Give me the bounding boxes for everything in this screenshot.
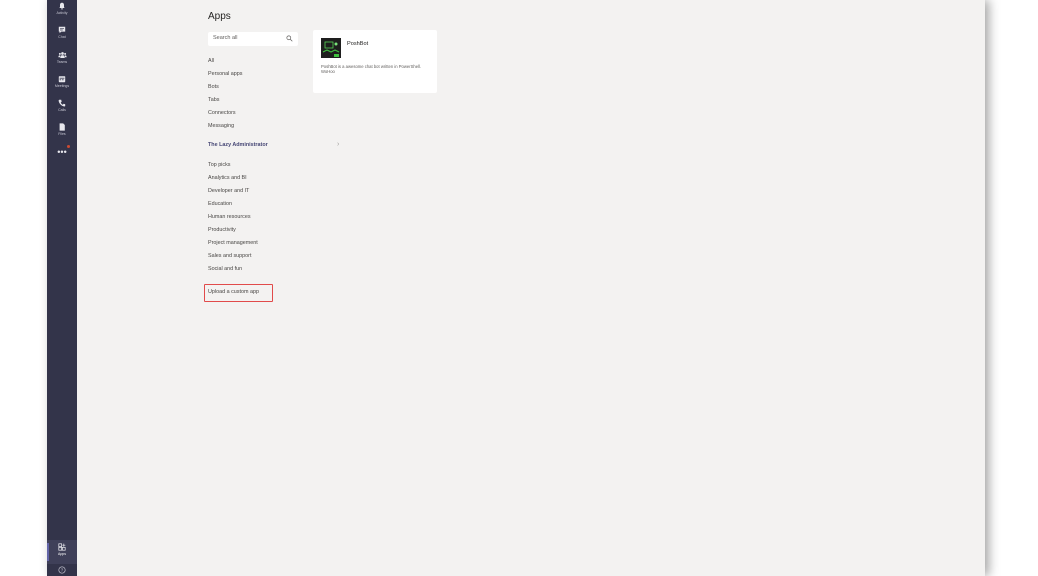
app-card-poshbot[interactable]: PoshBot PoshBot is a awesome chat bot wr… (313, 30, 437, 93)
nav-messaging[interactable]: Messaging (208, 123, 234, 129)
rail-meetings[interactable]: Meetings (47, 75, 77, 99)
bell-icon (59, 2, 65, 10)
teams-window: Activity Chat Teams Meetings Calls Files… (47, 0, 985, 576)
rail-label-chat: Chat (58, 35, 66, 39)
rail-calls[interactable]: Calls (47, 99, 77, 123)
search-placeholder: Search all (213, 35, 238, 41)
category-productivity[interactable]: Productivity (208, 227, 236, 233)
rail-apps[interactable]: Apps (47, 540, 77, 564)
more-icon: ••• (57, 147, 67, 157)
rail-label-calls: Calls (58, 108, 66, 112)
rail-files[interactable]: Files (47, 123, 77, 147)
category-analytics-bi[interactable]: Analytics and BI (208, 175, 247, 181)
search-icon[interactable] (286, 35, 293, 42)
chevron-right-icon[interactable]: › (337, 141, 339, 148)
phone-icon (58, 99, 66, 107)
search-input[interactable]: Search all (208, 32, 298, 46)
rail-label-activity: Activity (56, 11, 68, 15)
page-title: Apps (208, 11, 231, 22)
category-education[interactable]: Education (208, 201, 232, 207)
rail-help[interactable]: ? (47, 566, 77, 576)
app-rail: Activity Chat Teams Meetings Calls Files… (47, 0, 77, 576)
category-human-resources[interactable]: Human resources (208, 214, 251, 220)
app-card-description: PoshBot is a awesome chat bot written in… (321, 64, 422, 75)
rail-more-apps[interactable]: ••• (47, 148, 77, 160)
file-icon (59, 123, 65, 131)
category-top-picks[interactable]: Top picks (208, 162, 230, 168)
chat-icon (58, 26, 66, 34)
category-project-management[interactable]: Project management (208, 240, 258, 246)
app-card-name: PoshBot (347, 41, 369, 47)
category-developer-it[interactable]: Developer and IT (208, 188, 249, 194)
rail-chat[interactable]: Chat (47, 26, 77, 50)
calendar-icon (58, 76, 66, 83)
apps-store-main: Apps Search all All Personal apps Bots T… (77, 0, 985, 576)
nav-all[interactable]: All (208, 58, 214, 64)
rail-activity[interactable]: Activity (47, 2, 77, 26)
rail-label-apps: Apps (58, 552, 66, 556)
svg-text:?: ? (61, 568, 64, 573)
poshbot-logo-icon (321, 38, 341, 58)
nav-tabs[interactable]: Tabs (208, 97, 219, 103)
nav-personal-apps[interactable]: Personal apps (208, 71, 242, 77)
nav-bots[interactable]: Bots (208, 84, 219, 90)
rail-label-files: Files (58, 132, 66, 136)
category-sales-support[interactable]: Sales and support (208, 253, 251, 259)
rail-label-meetings: Meetings (54, 84, 70, 88)
rail-label-teams: Teams (56, 60, 68, 64)
category-social-fun[interactable]: Social and fun (208, 266, 242, 272)
upload-custom-app-link[interactable]: Upload a custom app (208, 289, 259, 295)
nav-org-apps[interactable]: The Lazy Administrator (208, 142, 268, 148)
teams-icon (57, 52, 67, 58)
rail-teams[interactable]: Teams (47, 51, 77, 75)
apps-icon (58, 543, 66, 551)
help-icon: ? (58, 566, 66, 574)
nav-connectors[interactable]: Connectors (208, 110, 236, 116)
